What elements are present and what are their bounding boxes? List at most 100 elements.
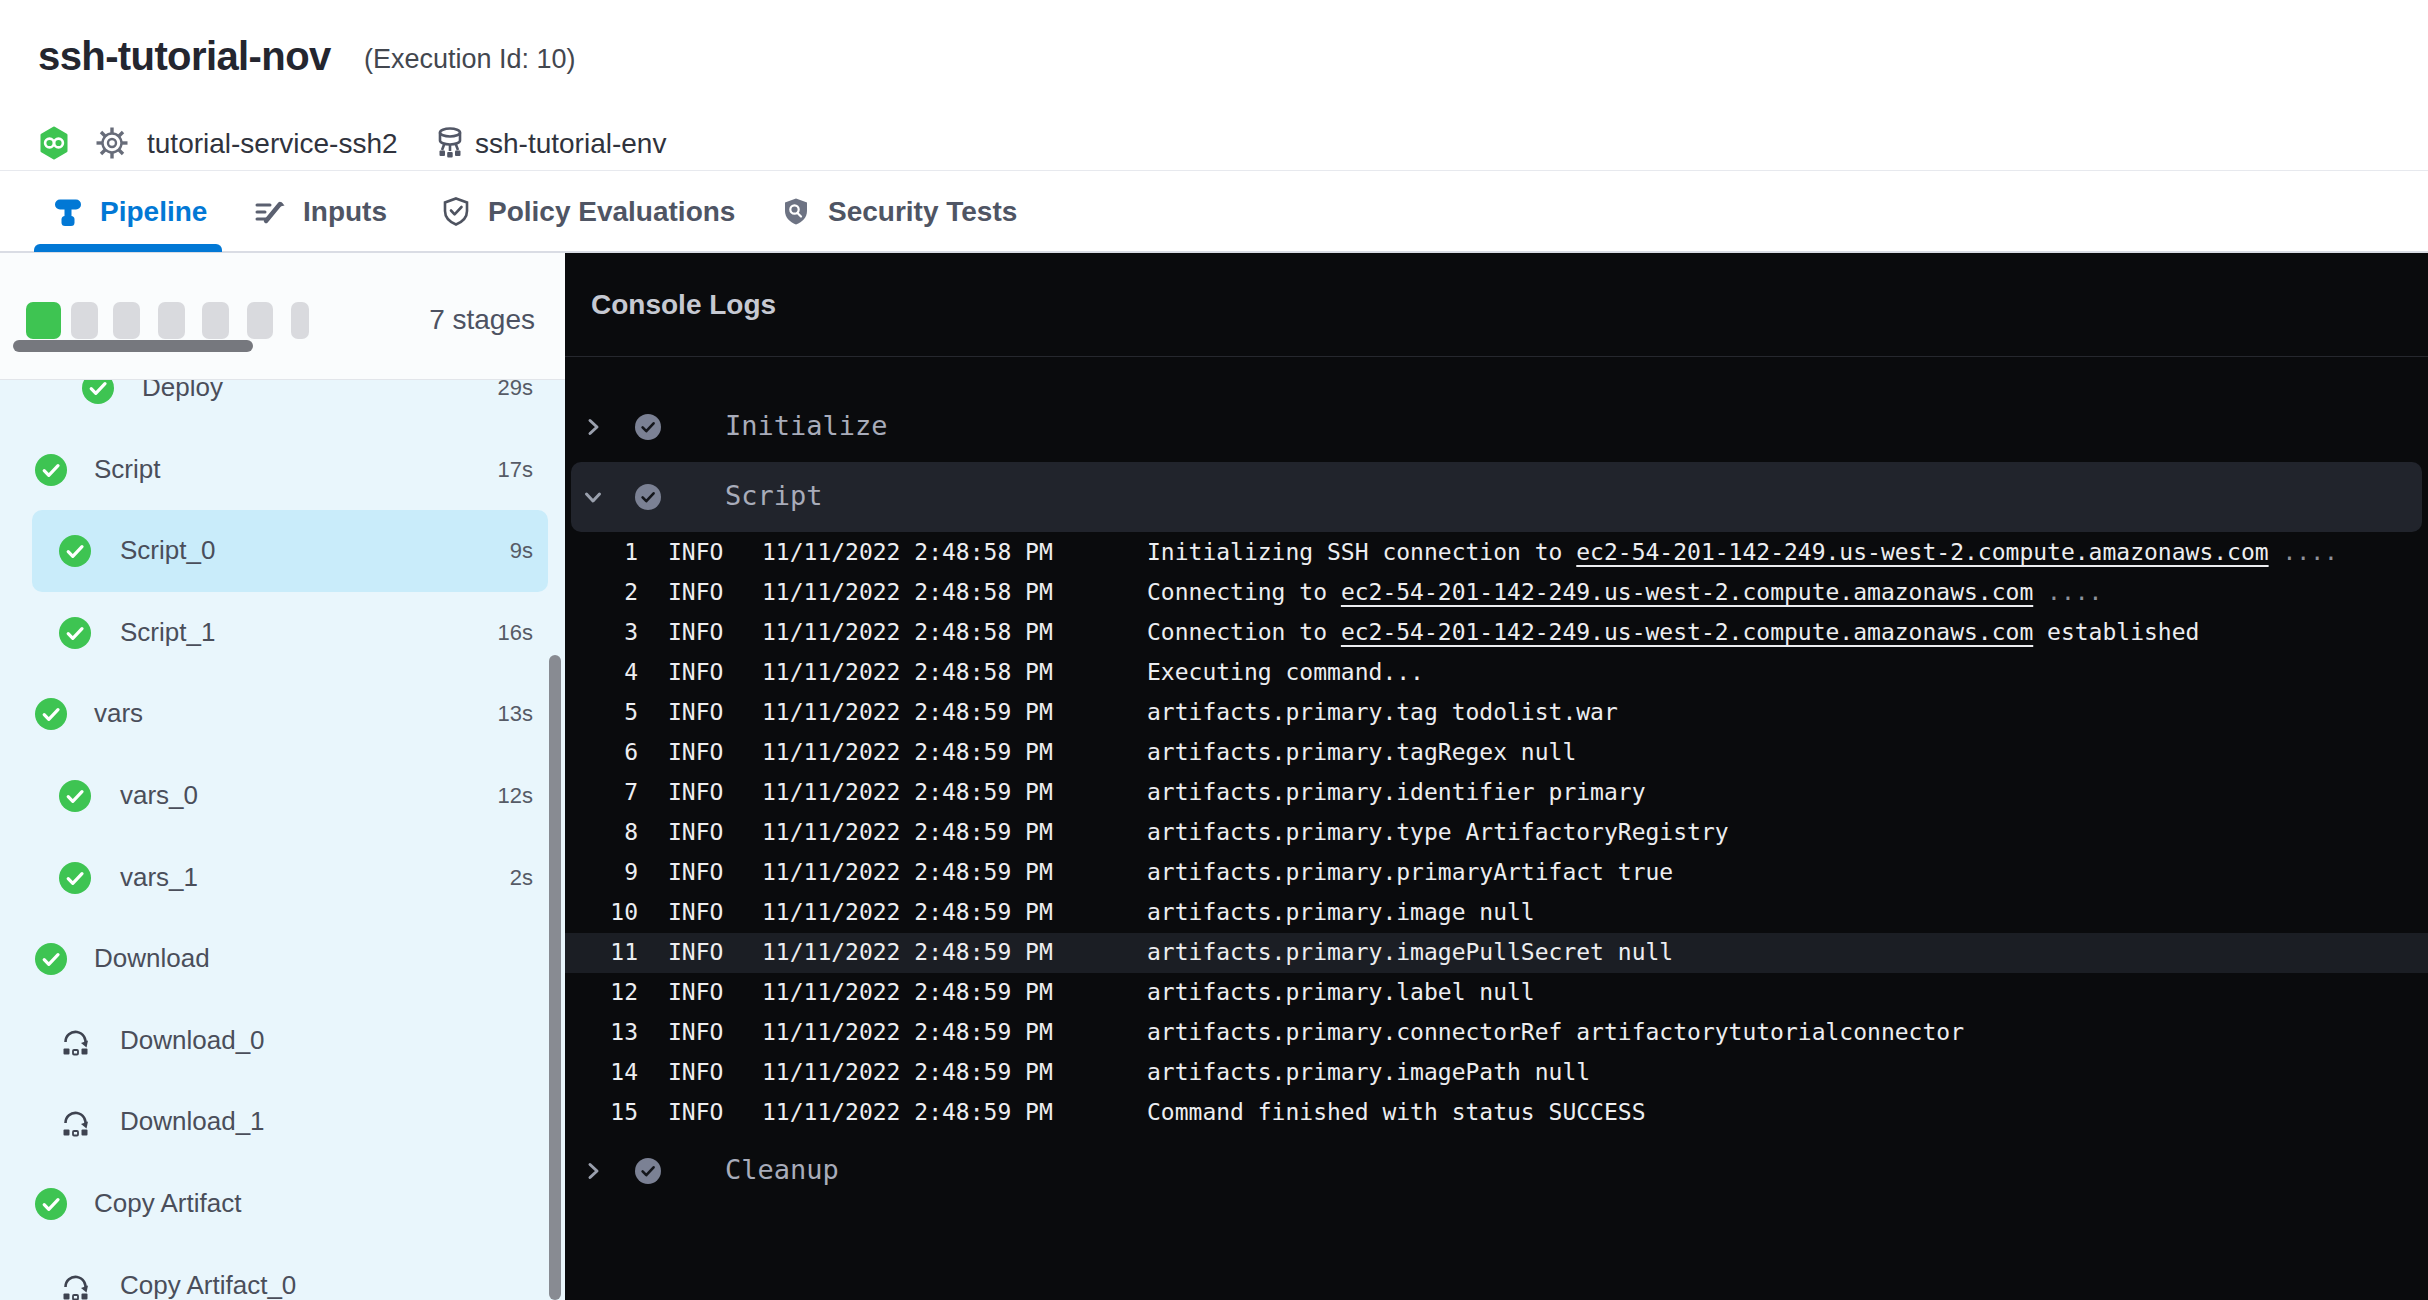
stage-segment[interactable] bbox=[247, 302, 273, 339]
log-level: INFO bbox=[668, 699, 723, 725]
stage-row-script-0[interactable]: Script_0 9s bbox=[0, 510, 565, 592]
log-text: artifacts.primary.tagRegex null bbox=[1147, 739, 1576, 765]
console-panel: Console Logs InitializeScript1INFO11/11/… bbox=[565, 253, 2428, 1300]
log-text: Connecting to bbox=[1147, 579, 1341, 605]
stage-duration: 9s bbox=[510, 538, 533, 564]
log-message: Command finished with status SUCCESS bbox=[1147, 1099, 1646, 1125]
log-message: artifacts.primary.tagRegex null bbox=[1147, 739, 1576, 765]
success-check-icon bbox=[59, 535, 91, 567]
tab-label: Inputs bbox=[303, 196, 387, 228]
stage-row-download-1[interactable]: Download_1 bbox=[0, 1081, 565, 1163]
stage-row-copy-artifact[interactable]: Copy Artifact bbox=[0, 1163, 565, 1245]
tab-inputs[interactable]: Inputs bbox=[253, 171, 387, 252]
stages-progress-header: 7 stages bbox=[0, 253, 565, 380]
stage-row-download[interactable]: Download bbox=[0, 918, 565, 1000]
log-timestamp: 11/11/2022 2:48:59 PM bbox=[762, 779, 1053, 805]
stage-duration: 13s bbox=[498, 701, 533, 727]
log-level: INFO bbox=[668, 899, 723, 925]
log-text: Command finished with status SUCCESS bbox=[1147, 1099, 1646, 1125]
success-check-icon bbox=[82, 380, 114, 404]
log-message: artifacts.primary.label null bbox=[1147, 979, 1535, 1005]
stage-row-script[interactable]: Script17s bbox=[0, 429, 565, 511]
log-timestamp: 11/11/2022 2:48:59 PM bbox=[762, 979, 1053, 1005]
service-name[interactable]: tutorial-service-ssh2 bbox=[147, 128, 398, 160]
stage-label: Script_0 bbox=[120, 535, 215, 566]
log-level: INFO bbox=[668, 1019, 723, 1045]
stage-label: Download_1 bbox=[120, 1106, 265, 1137]
log-level: INFO bbox=[668, 1059, 723, 1085]
stage-segment[interactable] bbox=[202, 302, 229, 339]
log-level: INFO bbox=[668, 619, 723, 645]
log-line-number: 4 bbox=[565, 659, 638, 685]
log-timestamp: 11/11/2022 2:48:59 PM bbox=[762, 899, 1053, 925]
log-timestamp: 11/11/2022 2:48:58 PM bbox=[762, 579, 1053, 605]
chevron-down-icon[interactable] bbox=[582, 486, 604, 508]
policy-shield-icon bbox=[440, 196, 472, 228]
stage-duration: 17s bbox=[498, 457, 533, 483]
log-text: established bbox=[2033, 619, 2199, 645]
stage-segment[interactable] bbox=[26, 302, 61, 339]
log-line-number: 2 bbox=[565, 579, 638, 605]
selected-stage-highlight bbox=[32, 510, 548, 592]
log-timestamp: 11/11/2022 2:48:59 PM bbox=[762, 1019, 1053, 1045]
stage-segment[interactable] bbox=[291, 302, 309, 339]
log-level: INFO bbox=[668, 779, 723, 805]
pipeline-execution-page: ssh-tutorial-nov (Execution Id: 10) tuto… bbox=[0, 0, 2428, 1300]
success-check-icon bbox=[59, 780, 91, 812]
log-text: Executing command... bbox=[1147, 659, 1424, 685]
log-timestamp: 11/11/2022 2:48:58 PM bbox=[762, 659, 1053, 685]
tab-policy-evaluations[interactable]: Policy Evaluations bbox=[440, 171, 735, 252]
step-success-icon bbox=[635, 414, 661, 440]
log-text: .... bbox=[2033, 579, 2102, 605]
stage-row-vars-1[interactable]: vars_12s bbox=[0, 837, 565, 919]
stage-row-copy-artifact-0[interactable]: Copy Artifact_0 bbox=[0, 1245, 565, 1300]
stage-progress-scrollbar[interactable] bbox=[13, 340, 253, 352]
stage-segment[interactable] bbox=[113, 302, 140, 339]
sidebar-scrollbar[interactable] bbox=[549, 655, 561, 1300]
stage-segment[interactable] bbox=[158, 302, 185, 339]
log-timestamp: 11/11/2022 2:48:59 PM bbox=[762, 1059, 1053, 1085]
stage-label: vars_0 bbox=[120, 780, 198, 811]
tab-pipeline[interactable]: Pipeline bbox=[52, 171, 207, 252]
log-link[interactable]: ec2-54-201-142-249.us-west-2.compute.ama… bbox=[1341, 619, 2033, 645]
log-text: .... bbox=[2269, 539, 2338, 565]
stage-row-script-1[interactable]: Script_116s bbox=[0, 592, 565, 674]
tab-label: Security Tests bbox=[828, 196, 1017, 228]
console-title: Console Logs bbox=[591, 289, 776, 321]
log-link[interactable]: ec2-54-201-142-249.us-west-2.compute.ama… bbox=[1576, 539, 2268, 565]
log-text: artifacts.primary.imagePullSecret null bbox=[1147, 939, 1673, 965]
rollback-steps-icon bbox=[59, 1025, 91, 1057]
log-level: INFO bbox=[668, 659, 723, 685]
stage-segment[interactable] bbox=[71, 302, 98, 339]
tab-bar: Pipeline Inputs Policy Evaluations bbox=[0, 170, 2428, 253]
stage-label: Deploy bbox=[142, 380, 223, 403]
log-link[interactable]: ec2-54-201-142-249.us-west-2.compute.ama… bbox=[1341, 579, 2033, 605]
inputs-icon bbox=[253, 195, 287, 229]
log-line-number: 3 bbox=[565, 619, 638, 645]
log-message: artifacts.primary.image null bbox=[1147, 899, 1535, 925]
log-level: INFO bbox=[668, 1099, 723, 1125]
success-check-icon bbox=[59, 862, 91, 894]
stage-label: Script_1 bbox=[120, 617, 215, 648]
step-success-icon bbox=[635, 484, 661, 510]
log-message: artifacts.primary.tag todolist.war bbox=[1147, 699, 1618, 725]
chevron-right-icon[interactable] bbox=[582, 416, 604, 438]
log-text: artifacts.primary.image null bbox=[1147, 899, 1535, 925]
log-message: artifacts.primary.primaryArtifact true bbox=[1147, 859, 1673, 885]
stage-row-vars[interactable]: vars13s bbox=[0, 673, 565, 755]
stage-label: vars_1 bbox=[120, 862, 198, 893]
stage-list: Deploy29sScript17sScript_09sScript_116sv… bbox=[0, 380, 565, 1300]
log-line-number: 6 bbox=[565, 739, 638, 765]
chevron-right-icon[interactable] bbox=[582, 1160, 604, 1182]
stage-label: Copy Artifact bbox=[94, 1188, 241, 1219]
stage-row-download-0[interactable]: Download_0 bbox=[0, 1000, 565, 1082]
stage-row-deploy[interactable]: Deploy29s bbox=[0, 380, 565, 429]
log-level: INFO bbox=[668, 539, 723, 565]
gear-icon[interactable] bbox=[95, 126, 129, 160]
section-name: Script bbox=[725, 480, 823, 511]
environment-name[interactable]: ssh-tutorial-env bbox=[475, 128, 666, 160]
stage-row-vars-0[interactable]: vars_012s bbox=[0, 755, 565, 837]
log-text: artifacts.primary.type ArtifactoryRegist… bbox=[1147, 819, 1729, 845]
log-line-number: 15 bbox=[565, 1099, 638, 1125]
tab-security-tests[interactable]: Security Tests bbox=[780, 171, 1017, 252]
